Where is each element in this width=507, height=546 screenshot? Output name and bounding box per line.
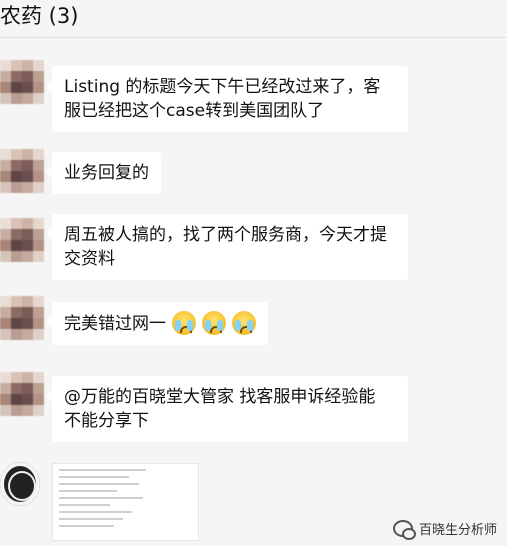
message-bubble[interactable]: 周五被人搞的，找了两个服务商，今天才提 交资料 bbox=[46, 214, 408, 280]
avatar[interactable] bbox=[0, 149, 44, 193]
message-line: 服已经把这个case转到美国团队了 bbox=[64, 101, 325, 121]
avatar[interactable] bbox=[0, 218, 44, 262]
message-line: 不能分享下 bbox=[64, 411, 149, 431]
wechat-icon bbox=[392, 520, 416, 540]
chat-header: 农药 (3) bbox=[0, 0, 507, 36]
message-text: 完美错过网一 bbox=[64, 314, 166, 334]
avatar[interactable] bbox=[0, 372, 44, 416]
chat-title: 农药 (3) bbox=[0, 4, 79, 28]
watermark: 百晓生分析师 bbox=[392, 519, 497, 540]
message-bubble[interactable]: @万能的百晓堂大管家 找客服申诉经验能 不能分享下 bbox=[46, 376, 408, 442]
message-line: Listing 的标题今天下午已经改过来了，客 bbox=[64, 77, 381, 97]
crying-face-icon bbox=[232, 311, 256, 335]
crying-face-icon bbox=[172, 311, 196, 335]
message-line: @万能的百晓堂大管家 找客服申诉经验能 bbox=[64, 387, 376, 407]
header-divider bbox=[0, 37, 507, 38]
message-line: 周五被人搞的，找了两个服务商，今天才提 bbox=[64, 225, 387, 245]
avatar[interactable] bbox=[0, 60, 44, 104]
message-bubble[interactable]: 完美错过网一 bbox=[46, 302, 268, 345]
image-message[interactable] bbox=[52, 463, 199, 541]
message-line: 业务回复的 bbox=[64, 163, 149, 183]
crying-face-icon bbox=[202, 311, 226, 335]
message-line: 交资料 bbox=[64, 249, 115, 269]
watermark-text: 百晓生分析师 bbox=[418, 523, 497, 538]
message-bubble[interactable]: 业务回复的 bbox=[46, 152, 161, 194]
group-avatar[interactable] bbox=[0, 462, 40, 506]
message-bubble[interactable]: Listing 的标题今天下午已经改过来了，客 服已经把这个case转到美国团队… bbox=[46, 66, 408, 132]
avatar[interactable] bbox=[0, 296, 44, 340]
